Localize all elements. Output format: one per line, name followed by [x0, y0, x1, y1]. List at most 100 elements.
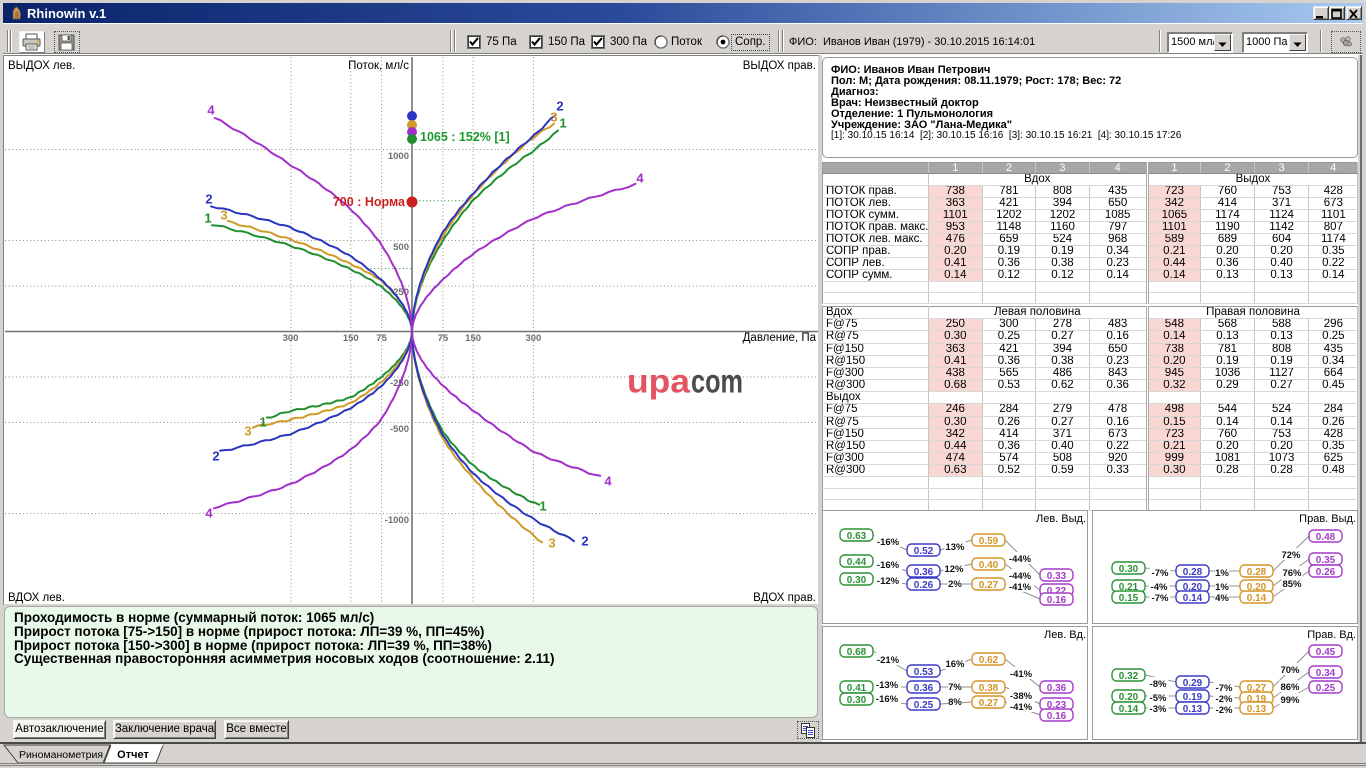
svg-text:0.34: 0.34	[1316, 668, 1336, 679]
svg-text:0.32: 0.32	[1119, 671, 1139, 682]
svg-text:-13%: -13%	[876, 680, 899, 691]
svg-text:0.63: 0.63	[847, 531, 867, 542]
svg-text:0.40: 0.40	[979, 560, 999, 571]
svg-text:0.33: 0.33	[1047, 571, 1067, 582]
svg-text:700 : Норма: 700 : Норма	[333, 195, 406, 209]
svg-text:0.59: 0.59	[979, 536, 999, 547]
svg-text:com: com	[691, 363, 743, 400]
svg-text:150: 150	[343, 333, 359, 344]
svg-text:4%: 4%	[1215, 593, 1229, 604]
svg-text:-2%: -2%	[1216, 705, 1233, 716]
svg-text:13%: 13%	[945, 542, 965, 553]
svg-text:4: 4	[205, 506, 213, 521]
svg-text:-41%: -41%	[1009, 582, 1032, 593]
svg-text:75: 75	[438, 333, 449, 344]
svg-text:upa: upa	[627, 363, 691, 400]
svg-text:75: 75	[376, 333, 387, 344]
svg-text:0.25: 0.25	[1316, 683, 1336, 694]
svg-text:ВЫДОХ прав.: ВЫДОХ прав.	[743, 60, 816, 72]
svg-text:0.30: 0.30	[847, 575, 867, 586]
svg-text:Давление, Па: Давление, Па	[743, 332, 817, 344]
svg-text:Отчет: Отчет	[117, 749, 149, 761]
svg-text:12%: 12%	[944, 564, 964, 575]
svg-text:-7%: -7%	[1152, 568, 1169, 579]
svg-text:0.62: 0.62	[979, 655, 999, 666]
svg-text:0.48: 0.48	[1316, 532, 1336, 543]
svg-text:2%: 2%	[948, 579, 962, 590]
svg-text:3: 3	[244, 424, 251, 439]
svg-text:150: 150	[465, 333, 481, 344]
svg-text:2: 2	[581, 534, 588, 549]
svg-text:1%: 1%	[1215, 568, 1229, 579]
svg-text:3: 3	[550, 110, 557, 125]
svg-text:0.45: 0.45	[1316, 647, 1336, 658]
svg-text:-41%: -41%	[1010, 669, 1033, 680]
svg-text:0.27: 0.27	[979, 580, 999, 591]
svg-text:0.36: 0.36	[1047, 683, 1067, 694]
svg-text:2: 2	[205, 192, 212, 207]
svg-text:16%: 16%	[945, 659, 965, 670]
svg-text:0.16: 0.16	[1047, 595, 1067, 606]
svg-text:300: 300	[283, 333, 299, 344]
svg-text:0.28: 0.28	[1183, 567, 1203, 578]
svg-text:Прав. Вд.: Прав. Вд.	[1307, 629, 1356, 641]
svg-text:0.29: 0.29	[1183, 678, 1203, 689]
svg-text:3: 3	[220, 208, 227, 223]
svg-text:0.36: 0.36	[914, 683, 934, 694]
svg-text:0.36: 0.36	[914, 567, 934, 578]
svg-text:0.30: 0.30	[1119, 564, 1139, 575]
svg-text:-41%: -41%	[1010, 702, 1033, 713]
svg-text:0.15: 0.15	[1119, 593, 1139, 604]
svg-text:0.68: 0.68	[847, 647, 867, 658]
svg-text:-7%: -7%	[1152, 593, 1169, 604]
svg-text:0.13: 0.13	[1183, 704, 1203, 715]
svg-text:ВДОХ лев.: ВДОХ лев.	[8, 592, 65, 604]
svg-text:0.26: 0.26	[914, 580, 934, 591]
svg-text:-44%: -44%	[1009, 554, 1032, 565]
svg-text:ВДОХ прав.: ВДОХ прав.	[753, 592, 816, 604]
svg-text:-1000: -1000	[385, 515, 409, 526]
svg-text:Прав. Выд.: Прав. Выд.	[1299, 513, 1356, 525]
svg-text:7%: 7%	[948, 682, 962, 693]
svg-text:0.44: 0.44	[847, 557, 867, 568]
svg-text:-500: -500	[390, 424, 409, 435]
svg-text:Лев. Вд.: Лев. Вд.	[1044, 629, 1086, 641]
svg-text:72%: 72%	[1281, 550, 1301, 561]
svg-text:1: 1	[204, 211, 211, 226]
svg-text:1: 1	[259, 415, 266, 430]
svg-text:70%: 70%	[1280, 665, 1300, 676]
svg-text:-8%: -8%	[1150, 679, 1167, 690]
svg-text:Риноманометрия: Риноманометрия	[19, 749, 103, 761]
svg-text:ВЫДОХ лев.: ВЫДОХ лев.	[8, 60, 75, 72]
svg-text:0.14: 0.14	[1247, 593, 1267, 604]
svg-text:3: 3	[548, 536, 555, 551]
svg-text:-16%: -16%	[876, 694, 899, 705]
svg-text:0.53: 0.53	[914, 667, 934, 678]
svg-text:2: 2	[212, 449, 219, 464]
svg-text:0.30: 0.30	[847, 695, 867, 706]
svg-text:1: 1	[559, 116, 566, 131]
svg-text:-16%: -16%	[877, 560, 900, 571]
svg-text:500: 500	[393, 242, 409, 253]
svg-text:0.26: 0.26	[1316, 567, 1336, 578]
svg-text:-12%: -12%	[877, 576, 900, 587]
svg-text:-16%: -16%	[877, 537, 900, 548]
svg-text:0.14: 0.14	[1183, 593, 1203, 604]
svg-text:0.52: 0.52	[914, 546, 934, 557]
svg-text:4: 4	[604, 474, 612, 489]
svg-text:4: 4	[636, 171, 644, 186]
svg-text:0.38: 0.38	[979, 683, 999, 694]
svg-text:-21%: -21%	[877, 655, 900, 666]
svg-text:8%: 8%	[948, 697, 962, 708]
svg-text:0.14: 0.14	[1119, 704, 1139, 715]
svg-text:1: 1	[539, 499, 546, 514]
svg-text:0.28: 0.28	[1247, 567, 1267, 578]
svg-text:0.27: 0.27	[979, 698, 999, 709]
svg-text:300: 300	[525, 333, 541, 344]
svg-text:Поток, мл/с: Поток, мл/с	[348, 60, 409, 72]
svg-text:0.13: 0.13	[1247, 704, 1267, 715]
svg-text:0.16: 0.16	[1047, 711, 1067, 722]
svg-text:99%: 99%	[1280, 695, 1300, 706]
svg-text:Лев. Выд.: Лев. Выд.	[1036, 513, 1086, 525]
svg-text:4: 4	[207, 103, 215, 118]
